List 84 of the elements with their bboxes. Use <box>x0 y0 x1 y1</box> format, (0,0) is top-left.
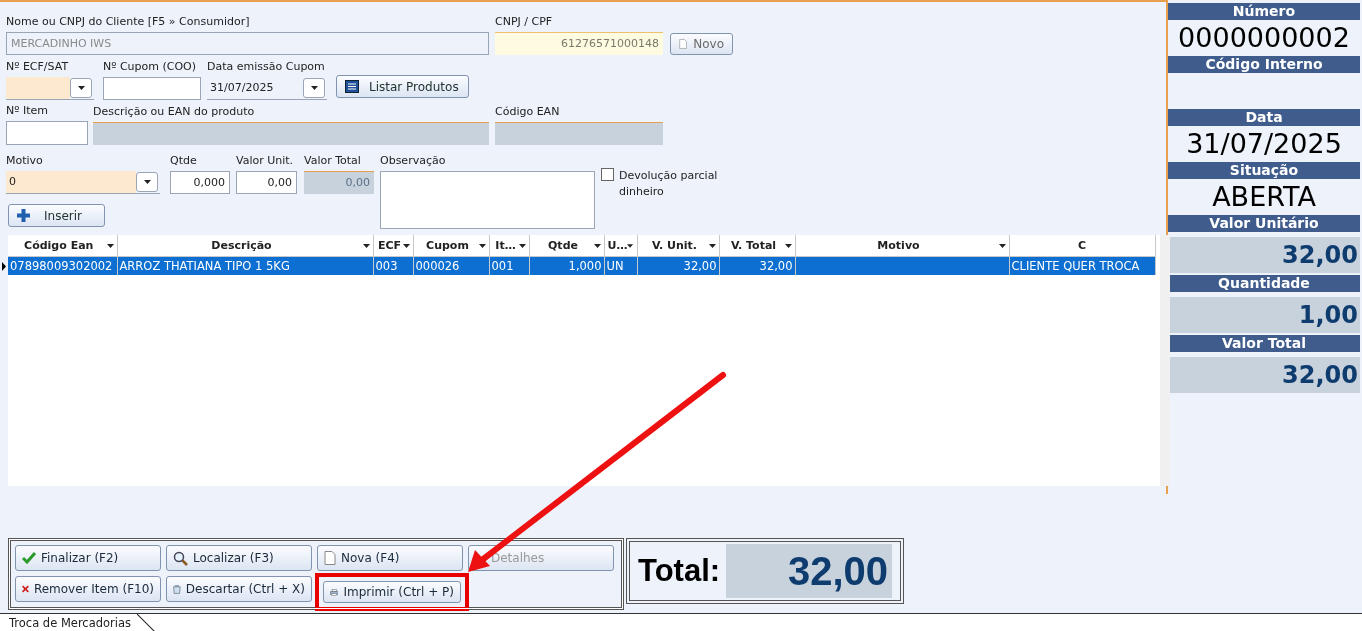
document-icon <box>324 551 336 565</box>
field-label: Nº ECF/SAT <box>6 60 70 74</box>
caret-icon <box>593 243 601 248</box>
caret-icon <box>77 86 85 90</box>
checkbox-label: Devolução parcial dinheiro <box>619 168 719 200</box>
field-label: Código EAN <box>495 105 561 119</box>
caret-icon <box>362 243 370 248</box>
column-header[interactable]: Motivo <box>795 235 1009 257</box>
coupon-field[interactable] <box>103 77 201 100</box>
column-header[interactable]: ECF <box>373 235 413 257</box>
close-icon <box>22 583 29 595</box>
info-value: ABERTA <box>1211 180 1317 214</box>
note-field[interactable] <box>380 171 595 229</box>
cnpj-field[interactable]: 61276571000148 <box>495 32 663 55</box>
action-button[interactable]: Finalizar (F2) <box>15 545 161 571</box>
reason-dropdown[interactable]: 0 <box>6 171 160 194</box>
caret-icon <box>708 243 716 248</box>
field-label: Nº Cupom (COO) <box>103 60 198 74</box>
field-label: Observação <box>380 154 447 168</box>
info-value: 0000000002 <box>1177 21 1351 55</box>
insert-button[interactable]: Inserir <box>8 204 105 227</box>
table-row[interactable]: 07898009302002 ARROZ THATIANA TIPO 1 5KG 003 000026 001 1,000 UN 32,00 32,00 CLIENTE QUER TROCA <box>8 256 1155 275</box>
action-button[interactable]: Remover Item (F10) <box>15 576 161 602</box>
plus-icon <box>17 209 30 222</box>
ecf-dropdown[interactable] <box>6 77 94 100</box>
caret-icon <box>784 243 792 248</box>
caret-icon <box>478 243 486 248</box>
column-header[interactable]: It… <box>489 235 529 257</box>
field-label: Qtde <box>170 154 198 168</box>
column-header[interactable]: U… <box>604 235 637 257</box>
info-value: 32,00 <box>1168 237 1360 273</box>
total-label: Total: <box>637 553 721 589</box>
column-header[interactable]: V. Unit. <box>637 235 719 257</box>
column-header[interactable]: Qtde <box>529 235 604 257</box>
field-label: CNPJ / CPF <box>495 15 554 29</box>
date-dropdown[interactable]: 31/07/2025 <box>207 77 327 100</box>
row-pointer-icon <box>2 262 6 271</box>
info-heading: Quantidade <box>1168 275 1360 292</box>
caret-icon <box>106 243 114 248</box>
caret-icon <box>998 243 1006 248</box>
info-heading: Valor Unitário <box>1168 215 1360 232</box>
column-header[interactable]: Descrição <box>117 235 373 257</box>
caret-icon <box>143 180 151 184</box>
ean-field[interactable] <box>495 122 663 145</box>
info-heading: Data <box>1168 109 1360 126</box>
info-value: 32,00 <box>1168 357 1360 393</box>
field-label: Data emissão Cupom <box>207 60 326 74</box>
total-value: 32,00 <box>726 544 893 598</box>
caret-icon <box>518 243 526 248</box>
new-button[interactable]: Novo <box>670 33 733 55</box>
action-button[interactable]: Imprimir (Ctrl + P) <box>323 581 461 603</box>
column-header[interactable]: Código Ean <box>8 235 117 257</box>
item-field[interactable] <box>6 121 88 145</box>
info-heading: Código Interno <box>1168 56 1360 73</box>
field-label: Motivo <box>6 154 44 168</box>
column-header[interactable]: Cupom <box>413 235 489 257</box>
document-icon <box>679 37 688 51</box>
total-value-field: 0,00 <box>304 171 374 194</box>
info-heading: Número <box>1168 3 1360 20</box>
field-label: Valor Unit. <box>236 154 295 168</box>
info-heading: Situação <box>1168 162 1360 179</box>
list-products-button[interactable]: Listar Produtos <box>336 75 469 98</box>
field-label: Valor Total <box>304 154 362 168</box>
list-icon <box>345 80 359 93</box>
caret-icon <box>310 86 318 90</box>
info-value: 31/07/2025 <box>1185 127 1343 161</box>
description-field[interactable] <box>93 122 489 145</box>
field-label: Nome ou CNPJ do Cliente [F5 » Consumidor] <box>6 15 251 29</box>
column-header[interactable]: V. Total <box>719 235 795 257</box>
unit-value-field[interactable]: 0,00 <box>236 171 297 194</box>
quantity-field[interactable]: 0,000 <box>170 171 230 194</box>
field-label: Descrição ou EAN do produto <box>93 105 256 119</box>
check-icon <box>22 552 36 564</box>
field-label: Nº Item <box>6 104 49 118</box>
search-icon <box>173 550 188 566</box>
info-value: 1,00 <box>1168 297 1360 333</box>
caret-icon <box>627 243 634 248</box>
column-header[interactable]: C <box>1009 235 1155 257</box>
action-button[interactable]: Localizar (F3) <box>166 545 312 571</box>
action-button[interactable]: Nova (F4) <box>317 545 463 571</box>
action-button[interactable]: Descartar (Ctrl + X) <box>166 576 312 602</box>
info-heading: Valor Total <box>1168 335 1360 352</box>
checkbox[interactable] <box>601 168 614 181</box>
caret-icon <box>402 243 410 248</box>
